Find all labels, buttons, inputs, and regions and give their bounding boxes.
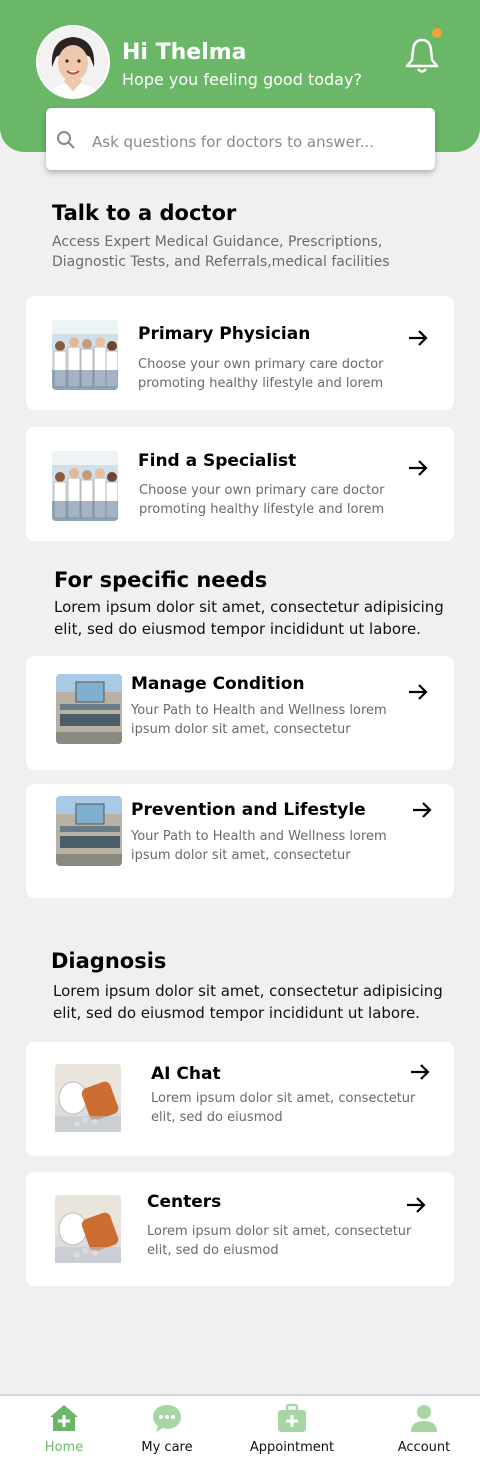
nav-item-appointment[interactable]: Appointment [246, 1402, 338, 1455]
notification-dot [432, 28, 442, 38]
medical-kit-icon [278, 1403, 306, 1432]
search-input[interactable]: Ask questions for doctors to answer... [92, 133, 374, 151]
section-description-line: Access Expert Medical Guidance, Prescrip… [52, 234, 383, 250]
card-title: Primary Physician [138, 324, 311, 344]
card-title: Manage Condition [131, 674, 305, 694]
card-title: Find a Specialist [138, 451, 297, 471]
arrow-right-icon[interactable] [408, 1060, 432, 1084]
nav-item-account[interactable]: Account [392, 1402, 456, 1455]
search-icon [56, 130, 76, 150]
arrow-right-icon[interactable] [406, 326, 430, 350]
nav-item-my-care[interactable]: My care [131, 1402, 203, 1455]
section-body-line: Lorem ipsum dolor sit amet, consectetur … [54, 598, 444, 616]
card-description-line: promoting healthy lifestyle and lorem [138, 376, 384, 391]
card-ai-chat[interactable]: AI Chat Lorem ipsum dolor sit amet, cons… [26, 1042, 454, 1156]
card-title: Centers [147, 1192, 222, 1212]
card-description-line: Your Path to Health and Wellness lorem [131, 829, 387, 844]
card-description-line: Choose your own primary care doctor [138, 357, 384, 372]
greeting-subtitle: Hope you feeling good today? [122, 70, 362, 89]
arrow-right-icon[interactable] [406, 456, 430, 480]
greeting: Hi Thelma [122, 40, 247, 65]
avatar[interactable] [38, 27, 108, 97]
card-description-line: ipsum dolor sit amet, consectetur [131, 722, 351, 737]
nav-label: Home [44, 1440, 84, 1455]
card-description-line: Your Path to Health and Wellness lorem [131, 703, 387, 718]
section-description-line: Diagnostic Tests, and Referrals,medical … [52, 254, 390, 270]
section-title-talk-to-doctor: Talk to a doctor [52, 201, 237, 225]
bottom-nav: Home My care Appointment Account [0, 1394, 480, 1466]
card-centers[interactable]: Centers Lorem ipsum dolor sit amet, cons… [26, 1172, 454, 1286]
user-icon [411, 1405, 437, 1432]
section-body-line: elit, sed do eiusmod tempor incididunt u… [53, 1004, 420, 1022]
section-body-line: elit, sed do eiusmod tempor incididunt u… [54, 620, 421, 638]
nav-label: Appointment [249, 1440, 335, 1455]
card-description-line: promoting healthy lifestyle and lorem [139, 502, 385, 517]
arrow-right-icon[interactable] [406, 680, 430, 704]
doctors-group-photo [52, 320, 118, 390]
doctors-group-photo [52, 451, 118, 521]
hospital-building-photo [56, 674, 122, 744]
search-bar[interactable]: Ask questions for doctors to answer... [46, 108, 435, 170]
pill-bottle-photo [55, 1064, 121, 1134]
card-description-line: Choose your own primary care doctor [139, 483, 385, 498]
card-manage-condition[interactable]: Manage Condition Your Path to Health and… [26, 656, 454, 770]
card-find-specialist[interactable]: Find a Specialist Choose your own primar… [26, 427, 454, 541]
nav-label: Account [397, 1440, 451, 1455]
card-description-line: Lorem ipsum dolor sit amet, consectetur [147, 1224, 412, 1239]
chat-bubble-icon [153, 1405, 181, 1432]
section-body-line: Lorem ipsum dolor sit amet, consectetur … [53, 982, 443, 1000]
card-title: Prevention and Lifestyle [131, 800, 366, 820]
hospital-building-photo [56, 796, 122, 866]
section-title-specific-needs: For specific needs [54, 568, 268, 592]
card-title: AI Chat [151, 1064, 221, 1084]
card-description-line: Lorem ipsum dolor sit amet, consectetur [151, 1091, 416, 1106]
nav-label: My care [141, 1440, 193, 1455]
home-plus-icon [50, 1405, 78, 1431]
card-prevention-lifestyle[interactable]: Prevention and Lifestyle Your Path to He… [26, 784, 454, 898]
bell-icon[interactable] [402, 36, 442, 76]
section-title-diagnosis: Diagnosis [51, 949, 167, 973]
card-description-line: elit, sed do eiusmod [147, 1243, 279, 1258]
arrow-right-icon[interactable] [404, 1193, 428, 1217]
card-primary-physician[interactable]: Primary Physician Choose your own primar… [26, 296, 454, 410]
nav-item-home[interactable]: Home [34, 1402, 94, 1455]
card-description-line: ipsum dolor sit amet, consectetur [131, 848, 351, 863]
card-description-line: elit, sed do eiusmod [151, 1110, 283, 1125]
arrow-right-icon[interactable] [410, 798, 434, 822]
pill-bottle-photo [55, 1195, 121, 1265]
